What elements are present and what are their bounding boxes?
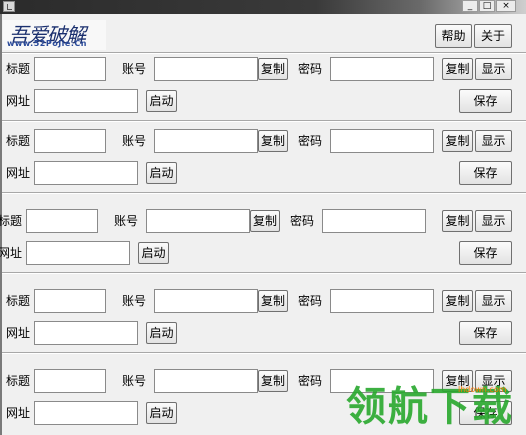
copy-account-button[interactable]: 复制 (258, 130, 288, 152)
save-button[interactable]: 保存 (459, 241, 512, 265)
title-label: 标题 (6, 374, 31, 388)
title-field[interactable] (34, 129, 106, 153)
title-label: 标题 (6, 294, 31, 308)
show-password-button[interactable]: 显示 (475, 58, 512, 80)
password-field[interactable] (330, 369, 434, 393)
copy-password-button[interactable]: 复制 (442, 130, 473, 152)
group-separator (2, 120, 526, 122)
show-password-button[interactable]: 显示 (475, 130, 512, 152)
url-label: 网址 (6, 94, 31, 108)
save-button[interactable]: 保存 (459, 89, 512, 113)
logo-url: www.52PoJie.Cn (7, 39, 87, 48)
window-titlebar[interactable]: _ □ × (0, 0, 526, 14)
copy-account-button[interactable]: 复制 (258, 58, 288, 80)
url-field[interactable] (34, 401, 138, 425)
title-label: 标题 (6, 62, 31, 76)
account-field[interactable] (146, 209, 250, 233)
password-label: 密码 (298, 374, 323, 388)
app-icon (3, 1, 15, 12)
url-field[interactable] (34, 321, 138, 345)
copy-account-button[interactable]: 复制 (258, 290, 288, 312)
save-button[interactable]: 保存 (459, 321, 512, 345)
password-label: 密码 (298, 134, 323, 148)
account-label: 账号 (122, 62, 147, 76)
url-label: 网址 (0, 246, 23, 260)
group-separator (2, 192, 526, 194)
url-field[interactable] (34, 161, 138, 185)
url-field[interactable] (34, 89, 138, 113)
save-button[interactable]: 保存 (459, 401, 512, 425)
account-field[interactable] (154, 57, 258, 81)
copy-password-button[interactable]: 复制 (442, 210, 473, 232)
toolbar-separator (2, 52, 526, 54)
maximize-button[interactable]: □ (479, 0, 495, 12)
logo: 吾爱破解 www.52PoJie.Cn (3, 20, 106, 50)
copy-password-button[interactable]: 复制 (442, 58, 473, 80)
launch-button[interactable]: 启动 (146, 162, 177, 184)
account-field[interactable] (154, 369, 258, 393)
title-field[interactable] (26, 209, 98, 233)
account-field[interactable] (154, 129, 258, 153)
title-label: 标题 (0, 214, 23, 228)
title-field[interactable] (34, 289, 106, 313)
launch-button[interactable]: 启动 (146, 322, 177, 344)
group-separator (2, 352, 526, 354)
account-label: 账号 (114, 214, 139, 228)
account-label: 账号 (122, 134, 147, 148)
show-password-button[interactable]: 显示 (475, 370, 512, 392)
account-label: 账号 (122, 294, 147, 308)
password-field[interactable] (330, 129, 434, 153)
group-separator (2, 272, 526, 274)
account-field[interactable] (154, 289, 258, 313)
launch-button[interactable]: 启动 (138, 242, 169, 264)
about-button[interactable]: 关于 (474, 24, 512, 48)
password-field[interactable] (322, 209, 426, 233)
title-field[interactable] (34, 57, 106, 81)
help-button[interactable]: 帮助 (435, 24, 472, 48)
save-button[interactable]: 保存 (459, 161, 512, 185)
copy-account-button[interactable]: 复制 (258, 370, 288, 392)
title-field[interactable] (34, 369, 106, 393)
password-label: 密码 (298, 62, 323, 76)
minimize-button[interactable]: _ (462, 0, 478, 12)
password-label: 密码 (298, 294, 323, 308)
copy-account-button[interactable]: 复制 (250, 210, 280, 232)
close-button[interactable]: × (496, 0, 516, 12)
account-label: 账号 (122, 374, 147, 388)
url-label: 网址 (6, 166, 31, 180)
password-field[interactable] (330, 289, 434, 313)
launch-button[interactable]: 启动 (146, 90, 177, 112)
url-field[interactable] (26, 241, 130, 265)
copy-password-button[interactable]: 复制 (442, 290, 473, 312)
title-label: 标题 (6, 134, 31, 148)
password-field[interactable] (330, 57, 434, 81)
show-password-button[interactable]: 显示 (475, 210, 512, 232)
url-label: 网址 (6, 406, 31, 420)
url-label: 网址 (6, 326, 31, 340)
copy-password-button[interactable]: 复制 (442, 370, 473, 392)
launch-button[interactable]: 启动 (146, 402, 177, 424)
show-password-button[interactable]: 显示 (475, 290, 512, 312)
password-label: 密码 (290, 214, 315, 228)
